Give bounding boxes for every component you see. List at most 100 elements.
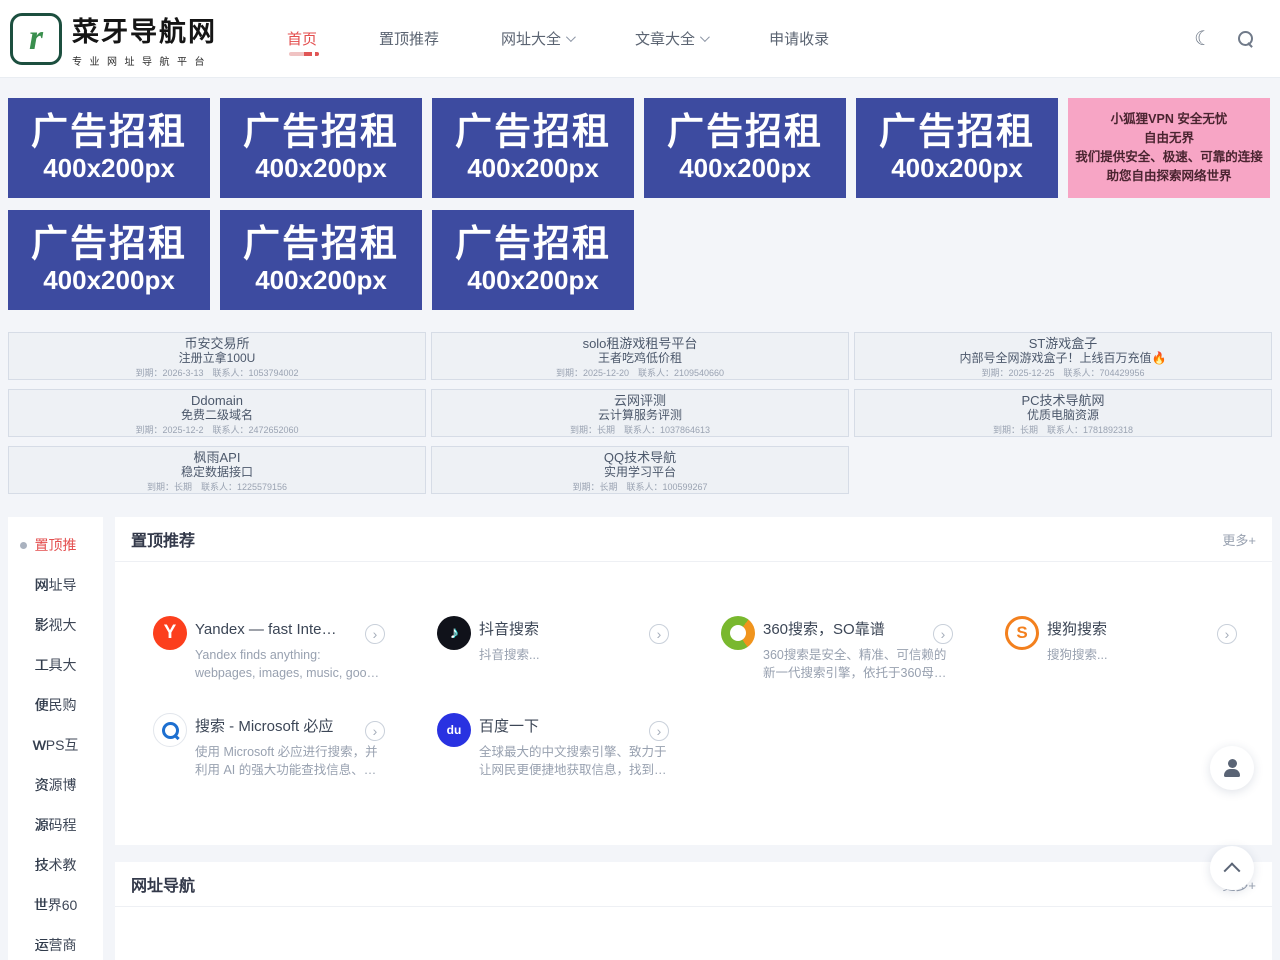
nav-articles-label: 文章大全: [635, 28, 695, 49]
search-icon[interactable]: [1238, 31, 1254, 47]
link-meta: 到期：长期 联系人：1781892318: [993, 424, 1133, 436]
ad-size: 400x200px: [43, 153, 175, 184]
ad-banner[interactable]: 广告招租 400x200px: [856, 98, 1058, 198]
pinned-section: 置顶推荐 更多+ Y Yandex — fast Inte… Yandex fi…: [115, 517, 1272, 845]
chevron-right-icon[interactable]: ›: [649, 624, 669, 644]
ad-title: 广告招租: [243, 112, 399, 153]
sidebar-item-sites[interactable]: 网 网址导: [8, 565, 103, 605]
site-title: 菜牙导航网: [72, 10, 217, 49]
text-link-card[interactable]: PC技术导航网 优质电脑资源 到期：长期 联系人：1781892318: [854, 389, 1272, 437]
chevron-right-icon[interactable]: ›: [365, 624, 385, 644]
site-desc: [479, 664, 639, 682]
site-card-baidu[interactable]: du 百度一下 全球最大的中文搜索引擎、致力于 让网民更便捷地获取信息，找到… …: [437, 713, 697, 779]
link-subtitle: 王者吃鸡低价租: [598, 351, 682, 366]
link-meta: 到期：长期 联系人：1037864613: [570, 424, 710, 436]
chevron-right-icon[interactable]: ›: [1217, 624, 1237, 644]
text-link-card[interactable]: solo租游戏租号平台 王者吃鸡低价租 到期：2025-12-20 联系人：21…: [431, 332, 849, 380]
nav-sites[interactable]: 网址大全: [501, 28, 573, 49]
site-card-grid: Y Yandex — fast Inte… Yandex finds anyth…: [115, 562, 1272, 779]
user-button[interactable]: [1210, 746, 1254, 790]
nav-home-label: 首页: [287, 28, 317, 49]
link-subtitle: 注册立拿100U: [179, 351, 256, 366]
more-link[interactable]: 更多+: [1222, 530, 1256, 549]
site-desc: Yandex finds anything:: [195, 646, 355, 664]
nav-home[interactable]: 首页: [287, 28, 317, 49]
ad-size: 400x200px: [255, 265, 387, 296]
site-card-douyin[interactable]: ♪ 抖音搜索 抖音搜索... ›: [437, 616, 697, 682]
nav-submit[interactable]: 申请收录: [769, 28, 829, 49]
sites-section: 网址导航 更多+: [115, 862, 1272, 960]
ad-title: 广告招租: [31, 112, 187, 153]
section-title: 置顶推荐: [131, 527, 195, 551]
sidebar-item-pinned[interactable]: 置顶推: [8, 525, 103, 565]
sidebar-item-wps[interactable]: W WPS互: [8, 725, 103, 765]
ad-banner[interactable]: 广告招租 400x200px: [432, 98, 634, 198]
nav-pinned[interactable]: 置顶推荐: [379, 28, 439, 49]
icon-glyph: du: [447, 723, 462, 737]
ad-size: 400x200px: [43, 265, 175, 296]
sidebar-item-movies[interactable]: 影 影视大: [8, 605, 103, 645]
ad-banner[interactable]: 广告招租 400x200px: [220, 98, 422, 198]
text-link-card[interactable]: QQ技术导航 实用学习平台 到期：长期 联系人：100599267: [431, 446, 849, 494]
icon-glyph: ♪: [450, 623, 459, 643]
ad-banner[interactable]: 广告招租 400x200px: [432, 210, 634, 310]
sidebar-item-tools[interactable]: 工 工具大: [8, 645, 103, 685]
sidebar-item-tutorials[interactable]: 技 技术教: [8, 845, 103, 885]
chevron-down-icon: [566, 32, 576, 42]
sidebar-item-carrier[interactable]: 运 运营商: [8, 925, 103, 960]
link-meta: 到期：长期 联系人：100599267: [572, 481, 707, 493]
ad-title: 广告招租: [455, 224, 611, 265]
ad-banner[interactable]: 广告招租 400x200px: [644, 98, 846, 198]
active-underline: [289, 52, 319, 56]
nav-articles[interactable]: 文章大全: [635, 28, 707, 49]
ad-title: 广告招租: [667, 112, 823, 153]
link-meta: 到期：2026-3-13 联系人：1053794002: [135, 367, 298, 379]
site-card-yandex[interactable]: Y Yandex — fast Inte… Yandex finds anyth…: [153, 616, 413, 682]
text-link-card[interactable]: ST游戏盒子 内部号全网游戏盒子！上线百万充值🔥 到期：2025-12-25 联…: [854, 332, 1272, 380]
site-card-360[interactable]: 360搜索，SO靠谱 360搜索是安全、精准、可信赖的 新一代搜索引擎，依托于3…: [721, 616, 981, 682]
vpn-ad-line: 我们提供安全、极速、可靠的连接: [1075, 148, 1263, 167]
site-desc: webpages, images, music, goo…: [195, 664, 355, 682]
vpn-ad-line: 自由无界: [1144, 129, 1194, 148]
chevron-right-icon[interactable]: ›: [933, 624, 953, 644]
ad-banner[interactable]: 广告招租 400x200px: [220, 210, 422, 310]
magnifier-glyph: [161, 721, 179, 739]
text-link-card[interactable]: 云网评测 云计算服务评测 到期：长期 联系人：1037864613: [431, 389, 849, 437]
chevron-right-icon[interactable]: ›: [649, 721, 669, 741]
ad-size: 400x200px: [891, 153, 1023, 184]
sidebar-item-world60[interactable]: 世 世界60: [8, 885, 103, 925]
ad-banner[interactable]: 广告招租 400x200px: [8, 98, 210, 198]
sidebar-item-source[interactable]: 源 源码程: [8, 805, 103, 845]
site-title: 360搜索，SO靠谱: [763, 620, 923, 640]
link-meta: 到期：2025-12-25 联系人：704429956: [981, 367, 1144, 379]
dark-mode-icon[interactable]: ☾: [1194, 26, 1212, 51]
vpn-ad-banner[interactable]: 小狐狸VPN 安全无忧 自由无界 我们提供安全、极速、可靠的连接 助您自由探索网…: [1068, 98, 1270, 198]
site-card-sogou[interactable]: S 搜狗搜索 搜狗搜索... ›: [1005, 616, 1265, 682]
douyin-icon: ♪: [437, 616, 471, 650]
site-card-bing[interactable]: 搜索 - Microsoft 必应 使用 Microsoft 必应进行搜索，并 …: [153, 713, 413, 779]
link-title: ST游戏盒子: [1029, 336, 1098, 351]
vpn-ad-line: 助您自由探索网络世界: [1106, 167, 1231, 186]
yandex-icon: Y: [153, 616, 187, 650]
sidebar-item-shopping[interactable]: 便 便民购: [8, 685, 103, 725]
link-subtitle: 实用学习平台: [604, 465, 676, 480]
ad-banner[interactable]: 广告招租 400x200px: [8, 210, 210, 310]
ad-size: 400x200px: [255, 153, 387, 184]
link-subtitle: 内部号全网游戏盒子！上线百万充值🔥: [960, 351, 1167, 366]
nav-sites-label: 网址大全: [501, 28, 561, 49]
link-title: 云网评测: [614, 393, 666, 408]
text-link-card[interactable]: Ddomain 免费二级域名 到期：2025-12-2 联系人：24726520…: [8, 389, 426, 437]
logo-leaf-icon: r: [10, 13, 62, 65]
site-subtitle: 专业网址导航平台: [72, 53, 217, 68]
text-link-card[interactable]: 枫雨API 稳定数据接口 到期：长期 联系人：1225579156: [8, 446, 426, 494]
vpn-ad-line: 小狐狸VPN 安全无忧: [1111, 110, 1228, 129]
site-desc: 全球最大的中文搜索引擎、致力于: [479, 743, 639, 761]
site-logo[interactable]: r 菜牙导航网 专业网址导航平台: [10, 10, 217, 68]
text-link-card[interactable]: 币安交易所 注册立拿100U 到期：2026-3-13 联系人：10537940…: [8, 332, 426, 380]
scroll-top-button[interactable]: [1210, 846, 1254, 890]
link-title: Ddomain: [191, 393, 243, 408]
chevron-right-icon[interactable]: ›: [365, 721, 385, 741]
icon-glyph: Y: [164, 622, 177, 644]
sidebar-item-blogs[interactable]: 资 资源博: [8, 765, 103, 805]
site-title: 抖音搜索: [479, 620, 639, 640]
